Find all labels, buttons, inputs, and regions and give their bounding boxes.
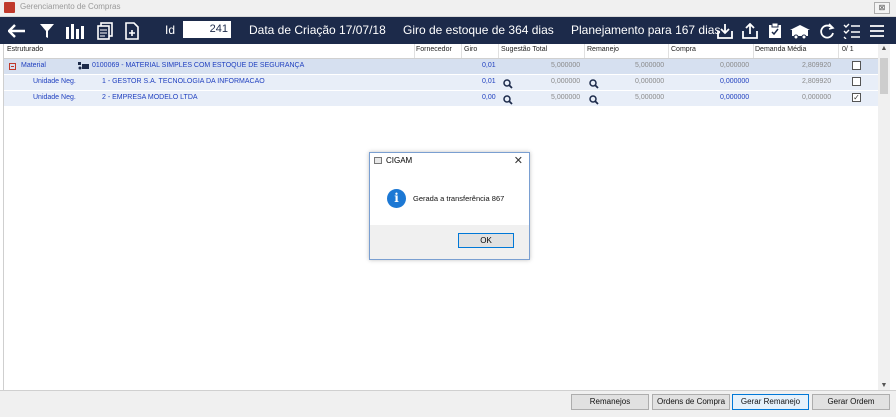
row-checkbox[interactable] bbox=[852, 77, 861, 86]
main-toolbar: Id 241 Data de Criação 17/07/18 Giro de … bbox=[0, 17, 896, 44]
vertical-scrollbar[interactable]: ▲ ▼ bbox=[878, 44, 890, 390]
import-icon[interactable] bbox=[714, 20, 736, 41]
new-document-icon[interactable] bbox=[121, 20, 143, 41]
col-selection[interactable]: 0/ 1 bbox=[842, 46, 854, 53]
row-remanejo: 0,000000 bbox=[635, 78, 665, 85]
row-sugestao: 0,000000 bbox=[551, 78, 581, 85]
collapse-toggle[interactable] bbox=[9, 63, 16, 70]
checklist-icon[interactable] bbox=[841, 20, 863, 41]
table-row[interactable]: Unidade Neg. 1 - GESTOR S.A. TECNOLOGIA … bbox=[4, 75, 879, 90]
table-row[interactable]: Unidade Neg. 2 - EMPRESA MODELO LTDA 0,0… bbox=[4, 91, 879, 106]
row-demanda: 2,809920 bbox=[802, 78, 832, 85]
dialog-footer: OK bbox=[370, 225, 529, 259]
row-type: Material bbox=[21, 62, 46, 69]
search-icon[interactable] bbox=[589, 76, 599, 89]
documents-icon[interactable] bbox=[94, 20, 116, 41]
row-remanejo: 5,000000 bbox=[635, 62, 665, 69]
col-sugestao-total[interactable]: Sugestão Total bbox=[501, 46, 547, 53]
row-description: 2 - EMPRESA MODELO LTDA bbox=[102, 94, 198, 101]
filter-icon[interactable] bbox=[36, 20, 58, 41]
creation-date-text: Data de Criação 17/07/18 bbox=[249, 23, 386, 37]
back-arrow-icon[interactable] bbox=[6, 20, 28, 41]
clipboard-icon[interactable] bbox=[764, 20, 786, 41]
row-giro: 0,01 bbox=[482, 78, 496, 85]
search-icon[interactable] bbox=[589, 92, 599, 105]
row-compra: 0,000000 bbox=[720, 62, 750, 69]
row-compra: 0,000000 bbox=[720, 94, 750, 101]
row-giro: 0,00 bbox=[482, 94, 496, 101]
row-sugestao: 5,000000 bbox=[551, 62, 581, 69]
col-giro[interactable]: Giro bbox=[464, 46, 477, 53]
dialog-title: CIGAM bbox=[386, 156, 413, 165]
row-compra: 0,000000 bbox=[720, 78, 750, 85]
id-field[interactable]: 241 bbox=[183, 21, 231, 38]
row-remanejo: 5,000000 bbox=[635, 94, 665, 101]
col-fornecedor[interactable]: Fornecedor bbox=[416, 46, 452, 53]
bottom-action-bar: Remanejos Ordens de Compra Gerar Remanej… bbox=[0, 390, 896, 417]
row-description: 1 - GESTOR S.A. TECNOLOGIA DA INFORMACAO bbox=[102, 78, 265, 85]
scroll-up-icon[interactable]: ▲ bbox=[880, 45, 888, 52]
row-sugestao: 5,000000 bbox=[551, 94, 581, 101]
col-estruturado[interactable]: Estruturado bbox=[7, 46, 43, 53]
grid-header: Estruturado Fornecedor Giro Sugestão Tot… bbox=[4, 44, 879, 59]
dialog-window-icon bbox=[374, 157, 382, 164]
row-checkbox[interactable] bbox=[852, 61, 861, 70]
row-type: Unidade Neg. bbox=[33, 94, 76, 101]
row-giro: 0,01 bbox=[482, 62, 496, 69]
search-icon[interactable] bbox=[503, 76, 513, 89]
dialog-message: Gerada a transferência 867 bbox=[413, 194, 505, 203]
dialog-titlebar: CIGAM ✕ bbox=[370, 153, 529, 169]
bar-chart-icon[interactable] bbox=[64, 20, 86, 41]
app-icon bbox=[4, 2, 15, 13]
ordens-compra-button[interactable]: Ordens de Compra bbox=[652, 394, 730, 410]
planning-text: Planejamento para 167 dias bbox=[571, 23, 721, 37]
col-remanejo[interactable]: Remanejo bbox=[587, 46, 619, 53]
ok-button[interactable]: OK bbox=[458, 233, 514, 248]
menu-icon[interactable] bbox=[866, 20, 888, 41]
col-compra[interactable]: Compra bbox=[671, 46, 696, 53]
gerar-remanejo-button[interactable]: Gerar Remanejo bbox=[732, 394, 809, 410]
row-checkbox[interactable]: ✓ bbox=[852, 93, 861, 102]
remanejos-button[interactable]: Remanejos bbox=[571, 394, 649, 410]
window-close-button[interactable]: ⊠ bbox=[874, 2, 890, 14]
window-title: Gerenciamento de Compras bbox=[20, 2, 121, 11]
id-label: Id bbox=[165, 23, 176, 37]
stock-turnover-text: Giro de estoque de 364 dias bbox=[403, 23, 554, 37]
scroll-down-icon[interactable]: ▼ bbox=[880, 382, 888, 389]
table-row[interactable]: Material 0100069 - MATERIAL SIMPLES COM … bbox=[4, 59, 879, 74]
info-icon: i bbox=[387, 189, 406, 208]
refresh-icon[interactable] bbox=[816, 20, 838, 41]
dialog-close-button[interactable]: ✕ bbox=[514, 154, 523, 167]
window-titlebar: Gerenciamento de Compras ⊠ bbox=[0, 0, 896, 17]
row-demanda: 2,809920 bbox=[802, 62, 832, 69]
row-description: 0100069 - MATERIAL SIMPLES COM ESTOQUE D… bbox=[92, 62, 305, 69]
col-demanda-media[interactable]: Demanda Média bbox=[755, 46, 806, 53]
export-icon[interactable] bbox=[739, 20, 761, 41]
truck-icon[interactable] bbox=[789, 20, 811, 41]
material-icon bbox=[78, 61, 90, 72]
row-type: Unidade Neg. bbox=[33, 78, 76, 85]
message-dialog: CIGAM ✕ i Gerada a transferência 867 OK bbox=[369, 152, 530, 260]
gerar-ordem-button[interactable]: Gerar Ordem bbox=[812, 394, 890, 410]
scroll-thumb[interactable] bbox=[880, 58, 888, 94]
row-demanda: 0,000000 bbox=[802, 94, 832, 101]
search-icon[interactable] bbox=[503, 92, 513, 105]
